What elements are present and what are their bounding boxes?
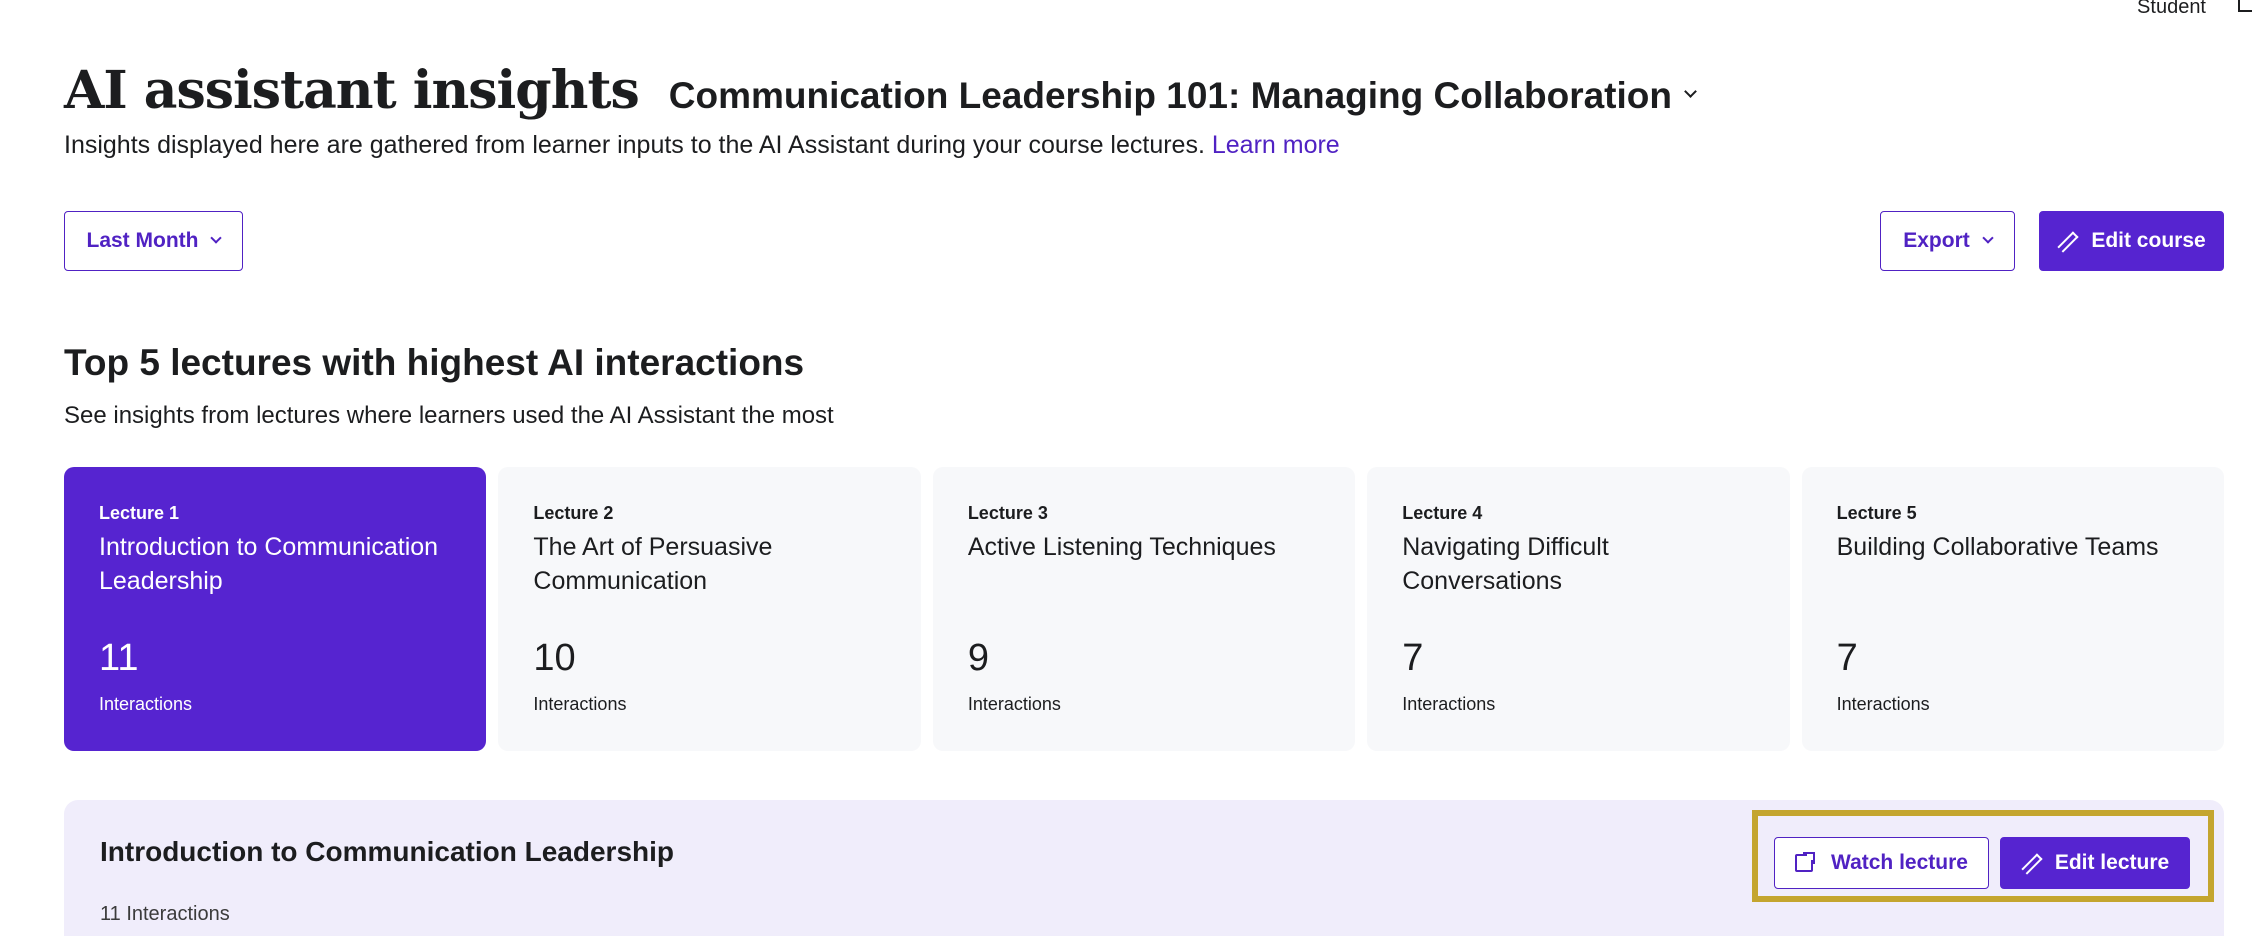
lecture-title: Navigating Difficult Conversations xyxy=(1402,533,1609,595)
lecture-number: Lecture 3 xyxy=(967,503,1048,523)
lecture-number: Lecture 1 xyxy=(99,503,180,523)
detail-interaction-count: 11 Interactions xyxy=(100,903,230,925)
lecture-title: Active Listening Techniques xyxy=(967,533,1276,561)
detail-title: Introduction to Communication Leadership xyxy=(100,836,674,867)
lecture-card-2[interactable]: Lecture 2 The Art of Persuasive Communic… xyxy=(498,467,921,751)
interaction-label: Interactions xyxy=(533,694,627,714)
page-header: AI assistant insights Communication Lead… xyxy=(64,60,1697,121)
interaction-count: 9 xyxy=(967,637,989,679)
interaction-label: Interactions xyxy=(99,694,193,714)
lecture-card-4[interactable]: Lecture 4 Navigating Difficult Conversat… xyxy=(1367,467,1790,751)
lecture-card-3[interactable]: Lecture 3 Active Listening Techniques 9 … xyxy=(932,467,1356,751)
section-subtitle: See insights from lectures where learner… xyxy=(64,402,834,429)
interaction-label: Interactions xyxy=(967,694,1061,714)
lecture-number: Lecture 5 xyxy=(1836,503,1917,523)
user-label: Student xyxy=(2137,0,2206,18)
lecture-title: Introduction to Communication Leadership xyxy=(99,533,439,595)
period-label: Last Month xyxy=(86,229,199,252)
watch-lecture-label: Watch lecture xyxy=(1831,851,1968,874)
watch-lecture-button[interactable]: Watch lecture xyxy=(1774,837,1989,889)
edit-lecture-label: Edit lecture xyxy=(2054,851,2170,874)
lecture-number: Lecture 4 xyxy=(1402,503,1483,523)
lecture-card-1[interactable]: Lecture 1 Introduction to Communication … xyxy=(64,467,487,751)
chevron-down-icon xyxy=(1684,84,1697,98)
learn-more-link[interactable]: Learn more xyxy=(1212,131,1340,159)
interaction-label: Interactions xyxy=(1836,694,1930,714)
export-dropdown[interactable]: Export xyxy=(1880,211,2015,271)
interaction-count: 7 xyxy=(1836,637,1858,679)
section-title: Top 5 lectures with highest AI interacti… xyxy=(64,342,805,383)
course-selector[interactable]: Communication Leadership 101: Managing C… xyxy=(668,75,1697,117)
chevron-down-icon xyxy=(210,232,223,244)
subtitle-text: Insights displayed here are gathered fro… xyxy=(64,131,1205,159)
lecture-cards: Lecture 1 Introduction to Communication … xyxy=(64,467,2225,751)
lecture-card-5[interactable]: Lecture 5 Building Collaborative Teams 7… xyxy=(1801,467,2225,751)
export-label: Export xyxy=(1903,229,1970,252)
edit-course-label: Edit course xyxy=(2091,229,2206,252)
period-dropdown[interactable]: Last Month xyxy=(64,211,243,271)
user-menu-icon[interactable] xyxy=(2238,0,2252,12)
interaction-count: 10 xyxy=(533,637,576,679)
course-name: Communication Leadership 101: Managing C… xyxy=(668,75,1672,116)
external-link-icon xyxy=(1795,852,1816,872)
interaction-count: 11 xyxy=(99,637,139,679)
lecture-detail-panel: Introduction to Communication Leadership… xyxy=(64,800,2224,936)
edit-lecture-button[interactable]: Edit lecture xyxy=(2000,837,2190,889)
page-title: AI assistant insights xyxy=(64,60,640,121)
pencil-icon xyxy=(2021,854,2039,872)
lecture-number: Lecture 2 xyxy=(533,503,614,523)
lecture-title: The Art of Persuasive Communication xyxy=(533,533,773,595)
interaction-label: Interactions xyxy=(1402,694,1496,714)
interaction-count: 7 xyxy=(1402,637,1424,679)
pencil-icon xyxy=(2057,232,2075,250)
lecture-title: Building Collaborative Teams xyxy=(1836,533,2159,561)
edit-course-button[interactable]: Edit course xyxy=(2039,211,2224,271)
page-subtitle: Insights displayed here are gathered fro… xyxy=(64,131,1340,160)
chevron-down-icon xyxy=(1982,232,1994,244)
